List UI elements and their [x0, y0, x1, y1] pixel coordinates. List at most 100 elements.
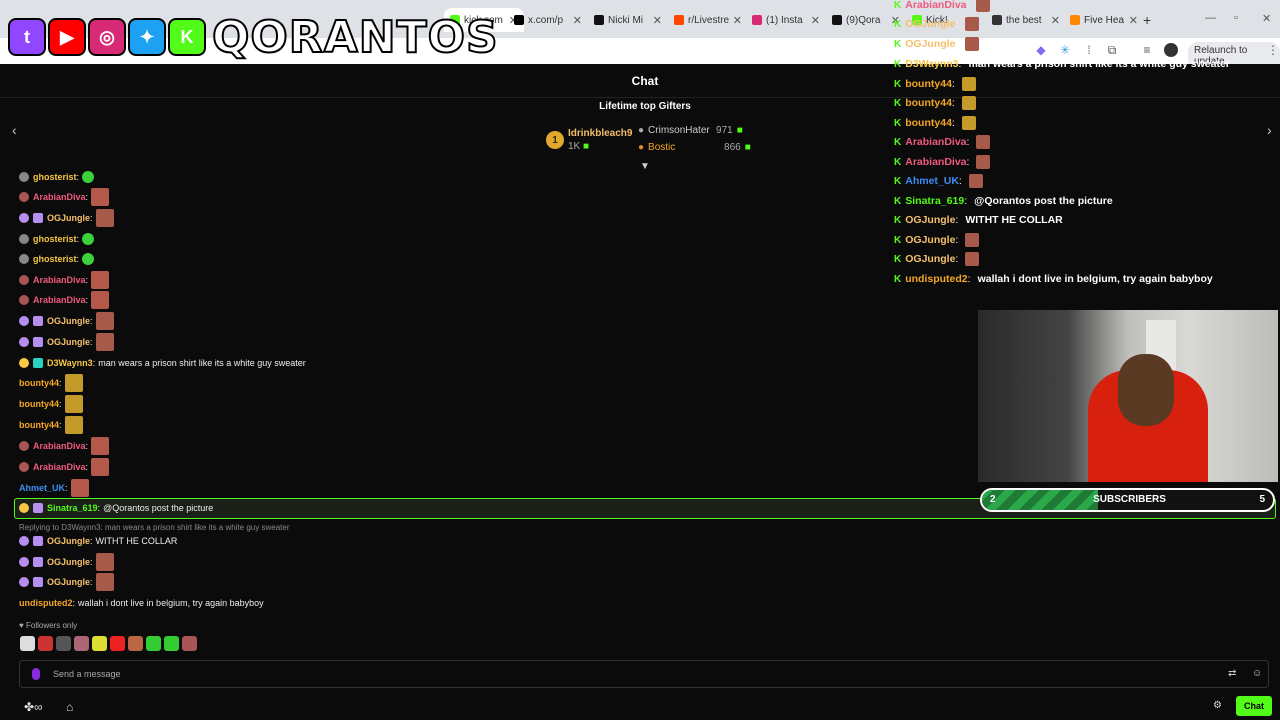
chat-message[interactable]: OGJungle:	[19, 209, 114, 227]
emote[interactable]	[146, 636, 161, 651]
chat-username[interactable]: ArabianDiva	[33, 192, 86, 202]
menu-icon[interactable]: ⋮	[1266, 43, 1280, 57]
chat-username[interactable]: Sinatra_619	[47, 503, 98, 513]
emote[interactable]	[82, 253, 95, 265]
browser-tab[interactable]: (1) Insta ✕	[746, 8, 826, 32]
emote[interactable]	[74, 636, 89, 651]
chat-message[interactable]: bounty44:	[19, 395, 83, 413]
emote[interactable]	[64, 395, 83, 413]
new-tab-button[interactable]: +	[1143, 12, 1151, 28]
chat-message[interactable]: Ahmet_UK:	[19, 479, 89, 497]
chat-username[interactable]: OGJungle	[47, 557, 90, 567]
close-window-icon[interactable]: ✕	[1262, 12, 1271, 25]
emote[interactable]	[110, 636, 125, 651]
gifter-1[interactable]: 1 Idrinkbleach9 1K ■	[546, 128, 632, 152]
close-tab-icon[interactable]: ✕	[733, 14, 742, 27]
emote[interactable]	[56, 636, 71, 651]
chat-username[interactable]: Ahmet_UK	[19, 483, 65, 493]
emote[interactable]	[91, 271, 110, 289]
chat-message[interactable]: Sinatra_619: @Qorantos post the picture	[19, 499, 213, 517]
chat-message[interactable]: ghosterist:	[19, 250, 95, 268]
chat-username[interactable]: bounty44	[19, 378, 59, 388]
emote[interactable]	[38, 636, 53, 651]
chat-message[interactable]: undisputed2: wallah i dont live in belgiu…	[19, 594, 264, 612]
chat-username[interactable]: bounty44	[19, 399, 59, 409]
chat-message[interactable]: bounty44:	[19, 374, 83, 392]
emote[interactable]	[95, 333, 114, 351]
chat-message[interactable]: OGJungle:	[19, 573, 114, 591]
close-tab-icon[interactable]: ✕	[811, 14, 820, 27]
emote[interactable]	[95, 312, 114, 330]
pin-expand-icon[interactable]: ▼	[640, 161, 650, 172]
emote[interactable]	[20, 636, 35, 651]
close-tab-icon[interactable]: ✕	[1129, 14, 1138, 27]
chat-message[interactable]: D3Waynn3: man wears a prison shirt like i…	[19, 354, 306, 372]
chat-message[interactable]: ghosterist:	[19, 168, 95, 186]
emote[interactable]	[95, 209, 114, 227]
emoji-icon[interactable]: ☺	[1252, 668, 1262, 679]
emote[interactable]	[82, 171, 95, 183]
settings-gear-icon[interactable]: ⚙	[1213, 700, 1222, 711]
close-tab-icon[interactable]: ✕	[653, 14, 662, 27]
browser-tab[interactable]: the best ✕	[986, 8, 1066, 32]
chevron-right-icon[interactable]: ›	[1267, 122, 1272, 138]
emote[interactable]	[91, 291, 110, 309]
chat-username[interactable]: D3Waynn3	[47, 358, 93, 368]
chat-username[interactable]: bounty44	[19, 420, 59, 430]
chat-username[interactable]: OGJungle	[47, 316, 90, 326]
chat-message[interactable]: OGJungle: WITHT HE COLLAR	[19, 532, 177, 550]
chat-message[interactable]: ArabianDiva:	[19, 291, 110, 309]
emote[interactable]	[91, 458, 110, 476]
emote[interactable]	[92, 636, 107, 651]
emote[interactable]	[64, 374, 83, 392]
chat-message[interactable]: ArabianDiva:	[19, 271, 110, 289]
chat-username[interactable]: ArabianDiva	[33, 275, 86, 285]
chat-message[interactable]: bounty44:	[19, 416, 83, 434]
chat-username[interactable]: OGJungle	[47, 213, 90, 223]
emote[interactable]	[91, 188, 110, 206]
minimize-icon[interactable]: —	[1205, 12, 1216, 24]
maximize-icon[interactable]: ▫	[1234, 12, 1238, 24]
chevron-left-icon[interactable]: ‹	[12, 122, 17, 138]
chat-message[interactable]: OGJungle:	[19, 553, 114, 571]
emote[interactable]	[95, 553, 114, 571]
chat-message[interactable]: OGJungle:	[19, 312, 114, 330]
chat-username[interactable]: ghosterist	[33, 234, 77, 244]
send-chat-button[interactable]: Chat	[1236, 696, 1272, 716]
browser-tab[interactable]: Nicki Mi ✕	[588, 8, 668, 32]
chat-message[interactable]: OGJungle:	[19, 333, 114, 351]
chat-username[interactable]: OGJungle	[47, 337, 90, 347]
browser-tab[interactable]: x.com/p ✕	[508, 8, 588, 32]
chat-username[interactable]: ghosterist	[33, 254, 77, 264]
chat-message[interactable]: ArabianDiva:	[19, 188, 110, 206]
chat-message[interactable]: ghosterist:	[19, 230, 95, 248]
browser-tab[interactable]: r/Livestre ✕	[668, 8, 748, 32]
mic-icon[interactable]	[32, 668, 40, 680]
chat-username[interactable]: OGJungle	[47, 536, 90, 546]
chat-username[interactable]: ArabianDiva	[33, 462, 86, 472]
gifter-3[interactable]: ● Bostic 866 ■	[638, 142, 751, 153]
reply-reference[interactable]: Replying to D3Waynn3: man wears a prison…	[19, 523, 290, 532]
chat-username[interactable]: OGJungle	[47, 577, 90, 587]
chat-username[interactable]: ArabianDiva	[33, 441, 86, 451]
store-icon[interactable]: ⌂	[66, 700, 73, 714]
chat-message[interactable]: ArabianDiva:	[19, 437, 110, 455]
chat-username[interactable]: ghosterist	[33, 172, 77, 182]
translate-icon[interactable]: ⇄	[1228, 668, 1236, 679]
chat-input[interactable]: Send a message ⇄ ☺	[19, 660, 1269, 688]
emote[interactable]	[64, 416, 83, 434]
emote[interactable]	[182, 636, 197, 651]
browser-tab[interactable]: Five Hea ✕	[1064, 8, 1144, 32]
chat-message[interactable]: ArabianDiva:	[19, 458, 110, 476]
close-tab-icon[interactable]: ✕	[573, 14, 582, 27]
gifter-2[interactable]: ● CrimsonHater 971 ■	[638, 125, 743, 136]
emote[interactable]	[70, 479, 89, 497]
chat-username[interactable]: ArabianDiva	[33, 295, 86, 305]
points-icon[interactable]: ✤∞	[24, 700, 43, 714]
emote[interactable]	[164, 636, 179, 651]
emote[interactable]	[82, 233, 95, 245]
close-tab-icon[interactable]: ✕	[1051, 14, 1060, 27]
emote[interactable]	[91, 437, 110, 455]
emote[interactable]	[128, 636, 143, 651]
chat-username[interactable]: undisputed2	[19, 598, 73, 608]
